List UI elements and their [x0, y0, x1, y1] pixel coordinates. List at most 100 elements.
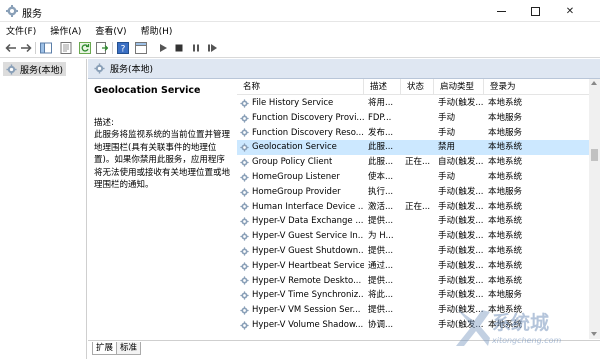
service-logon-cell: 本地系统 [488, 275, 523, 286]
services-app-icon [6, 5, 18, 17]
service-name: Hyper-V Guest Shutdown... [252, 246, 364, 256]
export-list-icon[interactable] [96, 42, 108, 54]
properties-icon[interactable] [60, 42, 72, 54]
service-startup-type-cell: 手动(触发... [438, 275, 484, 286]
stop-icon[interactable] [173, 42, 185, 54]
restart-icon[interactable] [206, 42, 218, 54]
service-logon-cell: 本地系统 [488, 142, 523, 153]
service-status-cell [401, 170, 434, 185]
scroll-up-icon[interactable] [591, 81, 597, 85]
service-startup-type-cell: 手动(触发... [438, 216, 484, 227]
service-description-cell: 执行... [368, 186, 394, 197]
menu-view[interactable]: 查看(V) [95, 24, 126, 37]
description-text: 此服务将监视系统的当前位置并管理地理围栏(具有关联事件的地理位置)。如果你禁用此… [94, 130, 231, 190]
menu-file[interactable]: 文件(F) [6, 24, 36, 37]
table-row[interactable]: Group Policy Client 此服... 正在... 自动(触发... 本地系… [237, 155, 589, 170]
close-button[interactable]: ✕ [555, 0, 585, 22]
table-row[interactable]: Hyper-V Guest Service In... 为 H... 手动(触发..… [237, 229, 589, 244]
service-status-cell [401, 111, 434, 126]
service-description-cell: 协调... [368, 320, 394, 330]
service-status-cell [401, 126, 434, 141]
service-logon-cell: 本地系统 [488, 201, 523, 212]
selected-service-name: Geolocation Service [94, 85, 201, 96]
service-status-cell [401, 229, 434, 244]
service-name: HomeGroup Provider [252, 186, 341, 197]
scroll-thumb[interactable] [591, 149, 598, 161]
tree-item-services-local[interactable]: 服务(本地) [3, 62, 67, 76]
refresh-icon[interactable] [79, 42, 91, 54]
gear-icon [240, 173, 249, 182]
tab-standard[interactable]: 标准 [116, 342, 142, 355]
column-header-logon-as[interactable]: 登录为 [484, 79, 589, 95]
column-header-name[interactable]: 名称 [237, 79, 364, 95]
service-description-cell: 为 H... [368, 231, 394, 242]
maximize-button[interactable] [520, 0, 550, 22]
service-status-cell [401, 244, 434, 259]
service-name: Hyper-V Volume Shadow... [252, 320, 364, 330]
table-row[interactable]: Function Discovery Reso... 发布... 手动 本地服务 [237, 126, 589, 141]
service-startup-type-cell: 手动 [438, 172, 456, 182]
service-description-cell: 提供... [368, 305, 394, 316]
column-header-startup-type[interactable]: 启动类型 [434, 79, 484, 95]
gear-icon [94, 63, 105, 74]
back-arrow-icon[interactable] [5, 42, 17, 54]
svg-text:?: ? [121, 45, 126, 55]
service-name-cell: Hyper-V Time Synchroniz... [237, 288, 364, 303]
forward-arrow-icon[interactable] [20, 42, 32, 54]
service-name: Hyper-V Remote Deskto... [252, 275, 362, 286]
service-name: Human Interface Device ... [252, 201, 364, 212]
show-hide-icon[interactable] [135, 42, 147, 54]
gear-icon [240, 321, 249, 330]
service-startup-type-cell: 手动(触发... [438, 201, 484, 212]
service-name: Hyper-V VM Session Ser... [252, 305, 361, 316]
menu-help[interactable]: 帮助(H) [141, 24, 173, 37]
table-row[interactable]: Function Discovery Provi... FDP... 手动 本地服务 [237, 111, 589, 126]
console-tree: 服务(本地) [0, 59, 87, 359]
service-startup-type-cell: 手动(触发... [438, 186, 484, 197]
watermark-brand: 系统城 [492, 312, 550, 334]
tab-extended[interactable]: 扩展 [92, 342, 118, 355]
service-startup-type-cell: 自动(触发... [438, 157, 484, 168]
service-name: Geolocation Service [252, 142, 337, 153]
table-row[interactable]: HomeGroup Listener 使本... 手动 本地系统 [237, 170, 589, 185]
table-row[interactable]: Hyper-V Remote Deskto... 提供... 手动(触发... 本地系… [237, 274, 589, 289]
table-row[interactable]: Geolocation Service 此服... 禁用 本地系统 [237, 140, 589, 156]
service-startup-type-cell: 手动(触发... [438, 260, 484, 271]
service-name-cell: Human Interface Device ... [237, 200, 364, 215]
table-row[interactable]: Human Interface Device ... 激活... 正在... 手动(触… [237, 200, 589, 215]
service-description-cell: 此服... [368, 157, 394, 168]
service-name-cell: Hyper-V VM Session Ser... [237, 303, 364, 318]
column-header-description[interactable]: 描述 [364, 79, 401, 95]
table-row[interactable]: Hyper-V Data Exchange ... 提供... 手动(触发... 本地… [237, 214, 589, 229]
column-header-status[interactable]: 状态 [401, 79, 434, 95]
close-icon: ✕ [565, 5, 575, 17]
service-name-cell: Function Discovery Reso... [237, 126, 364, 141]
pause-icon[interactable] [190, 42, 202, 54]
service-status-cell: 正在... [405, 157, 431, 168]
gear-icon [240, 158, 249, 167]
service-status-cell [401, 96, 434, 111]
gear-icon [240, 276, 249, 286]
table-row[interactable]: Hyper-V Guest Shutdown... 提供... 手动(触发... 本地… [237, 244, 589, 259]
gear-icon [6, 63, 17, 75]
gear-icon [240, 99, 249, 108]
minimize-button[interactable] [486, 0, 516, 22]
console-tree-icon[interactable] [40, 42, 52, 54]
gear-icon [240, 262, 249, 271]
service-description-cell: 将此... [368, 290, 394, 301]
service-name: Function Discovery Provi... [252, 112, 364, 123]
pane-header-title: 服务(本地) [110, 65, 154, 75]
service-status-cell [401, 274, 434, 289]
service-startup-type-cell: 手动(触发... [438, 246, 484, 256]
service-status-cell [401, 259, 434, 274]
table-row[interactable]: HomeGroup Provider 执行... 手动(触发... 本地服务 [237, 185, 589, 200]
table-row[interactable]: Hyper-V Heartbeat Service 通过... 手动(触发... 本地… [237, 259, 589, 274]
help-icon[interactable]: ? [117, 42, 129, 54]
menu-action[interactable]: 操作(A) [50, 24, 81, 37]
service-status-cell: 正在... [405, 201, 431, 212]
service-logon-cell: 本地系统 [488, 246, 523, 256]
play-icon[interactable] [157, 42, 169, 54]
table-row[interactable]: File History Service 将用... 手动(触发... 本地系统 [237, 96, 589, 111]
service-description-cell: 激活... [368, 201, 394, 212]
service-status-cell [401, 214, 434, 229]
